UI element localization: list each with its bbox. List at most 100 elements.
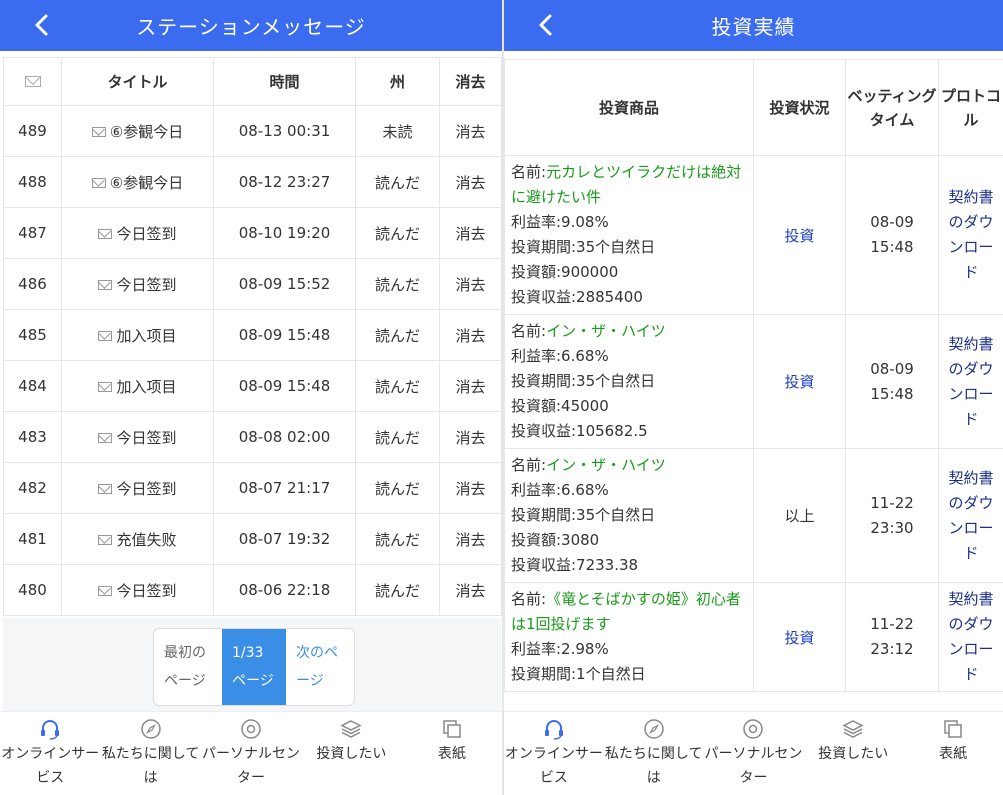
investment-state[interactable]: 投資 <box>753 314 846 449</box>
betting-date: 11-22 <box>870 615 914 633</box>
nav-item-headset[interactable]: オンラインサービス <box>504 712 604 795</box>
message-state: 読んだ <box>355 309 440 361</box>
betting-clock: 15:48 <box>870 384 914 403</box>
table-row[interactable]: 484 加入项目 08-09 15:48 読んだ 消去 <box>3 360 502 412</box>
nav-item-compass[interactable]: 私たちに関しては <box>604 712 704 795</box>
back-button[interactable] <box>30 12 56 38</box>
message-title-text: ⑥参観今日 <box>109 173 184 192</box>
table-row[interactable]: 487 今日签到 08-10 19:20 読んだ 消去 <box>3 207 502 259</box>
delete-link[interactable]: 消去 <box>439 564 502 616</box>
time-header: ベッティングタイム <box>845 59 939 156</box>
nav-item-compass[interactable]: 私たちに関しては <box>100 712 200 795</box>
delete-link[interactable]: 消去 <box>439 513 502 565</box>
contract-download-link[interactable]: 契約書のダウンロード <box>938 448 1003 583</box>
table-row[interactable]: 482 今日签到 08-07 21:17 読んだ 消去 <box>3 462 502 514</box>
page-title: 投資実績 <box>711 15 796 39</box>
message-time: 08-07 19:32 <box>213 513 356 565</box>
message-id: 483 <box>3 411 62 463</box>
envelope-icon <box>98 229 113 239</box>
product-period: 投資期間:35个自然日 <box>511 238 656 256</box>
contract-download-link[interactable]: 契約書のダウンロード <box>938 314 1003 449</box>
delete-link[interactable]: 消去 <box>439 105 502 157</box>
envelope-icon <box>91 127 106 137</box>
delete-link[interactable]: 消去 <box>439 462 502 514</box>
table-row[interactable]: 489 ⑥参観今日 08-13 00:31 未読 消去 <box>3 105 502 157</box>
product-profit: 投資収益:105682.5 <box>511 422 648 440</box>
table-row[interactable]: 488 ⑥参観今日 08-12 23:27 読んだ 消去 <box>3 156 502 208</box>
investment-table-wrap[interactable]: 投資商品 投資状況 ベッティングタイム プロトコル 名前:元カレとツイラクだけは… <box>504 59 1003 711</box>
delete-link[interactable]: 消去 <box>439 411 502 463</box>
message-title-text: ⑥参観今日 <box>109 122 184 141</box>
message-title[interactable]: 加入项目 <box>61 309 214 361</box>
table-row[interactable]: 483 今日签到 08-08 02:00 読んだ 消去 <box>3 411 502 463</box>
pager-area: 最初のページ 1/33 ページ 次のページ <box>3 618 501 713</box>
product-name-line: 名前:《竜とそばかすの姫》初心者は1回投げます <box>511 587 747 637</box>
message-id: 488 <box>3 156 62 208</box>
message-state: 未読 <box>355 105 440 157</box>
envelope-icon <box>98 433 113 443</box>
message-state: 読んだ <box>355 258 440 310</box>
message-state: 読んだ <box>355 207 440 259</box>
message-id: 485 <box>3 309 62 361</box>
nav-item-label: 私たちに関しては <box>101 746 200 786</box>
nav-item-label: オンラインサービス <box>504 746 603 786</box>
message-title[interactable]: 今日签到 <box>61 207 214 259</box>
table-row: 名前:イン・ザ・ハイツ 利益率:6.68% 投資期間:35个自然日 投資額:45000… <box>504 314 1003 449</box>
product-cell: 名前:元カレとツイラクだけは絶対に避けたい件 利益率:9.08% 投資期間:35个自… <box>504 155 754 315</box>
state-header: 州 <box>355 57 440 106</box>
message-title[interactable]: ⑥参観今日 <box>61 105 214 157</box>
contract-download-link[interactable]: 契約書のダウンロード <box>938 155 1003 315</box>
table-row[interactable]: 480 今日签到 08-06 22:18 読んだ 消去 <box>3 564 502 616</box>
delete-link[interactable]: 消去 <box>439 156 502 208</box>
product-header: 投資商品 <box>504 59 754 156</box>
nav-item-headset[interactable]: オンラインサービス <box>0 712 100 795</box>
message-title[interactable]: 今日签到 <box>61 258 214 310</box>
message-time: 08-12 23:27 <box>213 156 356 208</box>
product-rate: 利益率:2.98% <box>511 640 609 658</box>
nav-item-layers[interactable]: 投資したい <box>301 712 401 795</box>
table-row[interactable]: 485 加入项目 08-09 15:48 読んだ 消去 <box>3 309 502 361</box>
delete-header: 消去 <box>439 57 502 106</box>
investment-state[interactable]: 投資 <box>753 582 846 692</box>
message-time: 08-10 19:20 <box>213 207 356 259</box>
back-button[interactable] <box>534 12 560 38</box>
envelope-icon <box>98 535 113 545</box>
message-id: 487 <box>3 207 62 259</box>
nav-item-layers[interactable]: 投資したい <box>803 712 903 795</box>
message-title[interactable]: 今日签到 <box>61 411 214 463</box>
headset-icon <box>543 718 565 740</box>
first-page-button[interactable]: 最初のページ <box>154 629 222 705</box>
message-title[interactable]: 充值失败 <box>61 513 214 565</box>
product-name-line: 名前:元カレとツイラクだけは絶対に避けたい件 <box>511 160 747 210</box>
contract-download-link[interactable]: 契約書のダウンロード <box>938 582 1003 692</box>
investment-state[interactable]: 投資 <box>753 155 846 315</box>
betting-date: 11-22 <box>870 493 914 512</box>
delete-link[interactable]: 消去 <box>439 258 502 310</box>
nav-item-user-center[interactable]: パーソナルセンター <box>704 712 804 795</box>
product-amount: 投資額:45000 <box>511 397 609 415</box>
delete-link[interactable]: 消去 <box>439 309 502 361</box>
time-header: 時間 <box>213 57 356 106</box>
betting-clock: 23:30 <box>870 518 914 537</box>
envelope-icon <box>98 382 113 392</box>
message-title-text: 今日签到 <box>116 428 177 447</box>
betting-clock: 15:48 <box>870 238 914 256</box>
betting-time: 08-09 15:48 <box>845 155 939 315</box>
message-title[interactable]: ⑥参観今日 <box>61 156 214 208</box>
message-title[interactable]: 加入项目 <box>61 360 214 412</box>
delete-link[interactable]: 消去 <box>439 360 502 412</box>
envelope-icon <box>24 75 41 87</box>
delete-link[interactable]: 消去 <box>439 207 502 259</box>
nav-item-home[interactable]: 表紙 <box>903 712 1003 795</box>
message-title[interactable]: 今日签到 <box>61 564 214 616</box>
next-page-button[interactable]: 次のページ <box>286 629 354 705</box>
table-row[interactable]: 481 充值失败 08-07 19:32 読んだ 消去 <box>3 513 502 565</box>
message-time: 08-09 15:48 <box>213 360 356 412</box>
nav-item-user-center[interactable]: パーソナルセンター <box>201 712 301 795</box>
product-name: 《竜とそばかすの姫》初心者は1回投げます <box>511 590 741 633</box>
table-row[interactable]: 486 今日签到 08-09 15:52 読んだ 消去 <box>3 258 502 310</box>
message-title[interactable]: 今日签到 <box>61 462 214 514</box>
investment-table: 投資商品 投資状況 ベッティングタイム プロトコル 名前:元カレとツイラクだけは… <box>504 59 1003 692</box>
nav-item-home[interactable]: 表紙 <box>402 712 502 795</box>
message-state: 読んだ <box>355 462 440 514</box>
